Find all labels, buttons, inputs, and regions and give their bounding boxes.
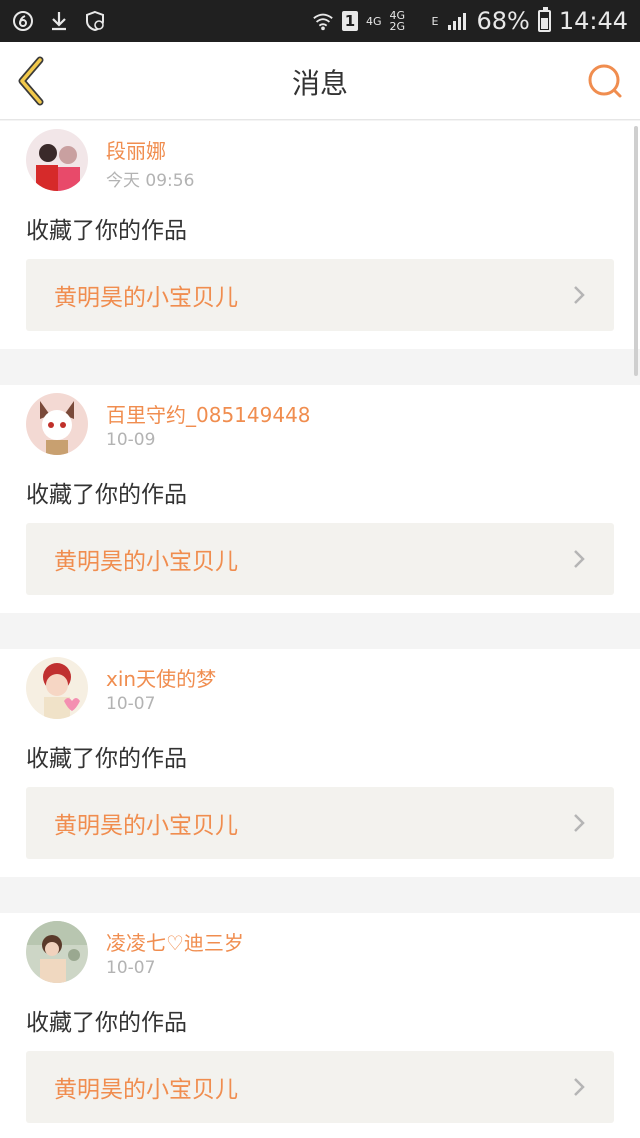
network-4g2g-label: 4G 2G [389, 9, 406, 33]
scrollbar[interactable] [634, 126, 638, 376]
avatar[interactable] [26, 129, 88, 191]
message-list[interactable]: 段丽娜 今天 09:56 收藏了你的作品 黄明昊的小宝贝儿 百里守约_08514… [0, 121, 640, 1138]
status-bar: 1 4G 4G 2G E 68% 14:44 [0, 0, 640, 42]
message-time: 10-09 [106, 430, 156, 450]
network-4g-label: 4G [366, 14, 382, 28]
work-title: 黄明昊的小宝贝儿 [54, 1077, 238, 1103]
work-link[interactable]: 黄明昊的小宝贝儿 [26, 787, 614, 859]
sim-indicator: 1 [342, 11, 358, 31]
work-title: 黄明昊的小宝贝儿 [54, 813, 238, 839]
signal-icon [446, 10, 468, 32]
message-time: 10-07 [106, 958, 156, 978]
search-icon [588, 64, 622, 98]
avatar[interactable] [26, 921, 88, 983]
battery-percent: 68% [476, 7, 530, 35]
chevron-right-icon [574, 286, 585, 304]
avatar[interactable] [26, 657, 88, 719]
work-link[interactable]: 黄明昊的小宝贝儿 [26, 1051, 614, 1123]
work-title: 黄明昊的小宝贝儿 [54, 549, 238, 575]
chevron-right-icon [574, 814, 585, 832]
wifi-icon [312, 10, 334, 32]
message-action: 收藏了你的作品 [26, 218, 187, 244]
shield-icon [84, 10, 106, 32]
battery-icon [537, 7, 551, 32]
chevron-right-icon [574, 550, 585, 568]
message-action: 收藏了你的作品 [26, 746, 187, 772]
work-link[interactable]: 黄明昊的小宝贝儿 [26, 259, 614, 331]
username[interactable]: 段丽娜 [106, 135, 166, 164]
app-notification-icon [12, 10, 34, 32]
clock: 14:44 [558, 7, 628, 35]
username[interactable]: 百里守约_085149448 [106, 399, 311, 428]
work-link[interactable]: 黄明昊的小宝贝儿 [26, 523, 614, 595]
download-icon [48, 10, 70, 32]
app-header: 消息 [0, 42, 640, 120]
message-card: 百里守约_085149448 10-09 收藏了你的作品 黄明昊的小宝贝儿 [0, 385, 640, 613]
page-title: 消息 [291, 67, 348, 100]
message-time: 今天 09:56 [106, 171, 195, 191]
message-action: 收藏了你的作品 [26, 1010, 187, 1036]
network-e-label: E [431, 14, 439, 28]
search-button[interactable] [586, 62, 626, 102]
username[interactable]: 凌凌七♡迪三岁 [106, 927, 244, 956]
message-card: 段丽娜 今天 09:56 收藏了你的作品 黄明昊的小宝贝儿 [0, 121, 640, 349]
message-card: xin天使的梦 10-07 收藏了你的作品 黄明昊的小宝贝儿 [0, 649, 640, 877]
username[interactable]: xin天使的梦 [106, 663, 216, 692]
message-action: 收藏了你的作品 [26, 482, 187, 508]
work-title: 黄明昊的小宝贝儿 [54, 285, 238, 311]
chevron-right-icon [574, 1078, 585, 1096]
message-card: 凌凌七♡迪三岁 10-07 收藏了你的作品 黄明昊的小宝贝儿 [0, 913, 640, 1138]
avatar[interactable] [26, 393, 88, 455]
message-time: 10-07 [106, 694, 156, 714]
